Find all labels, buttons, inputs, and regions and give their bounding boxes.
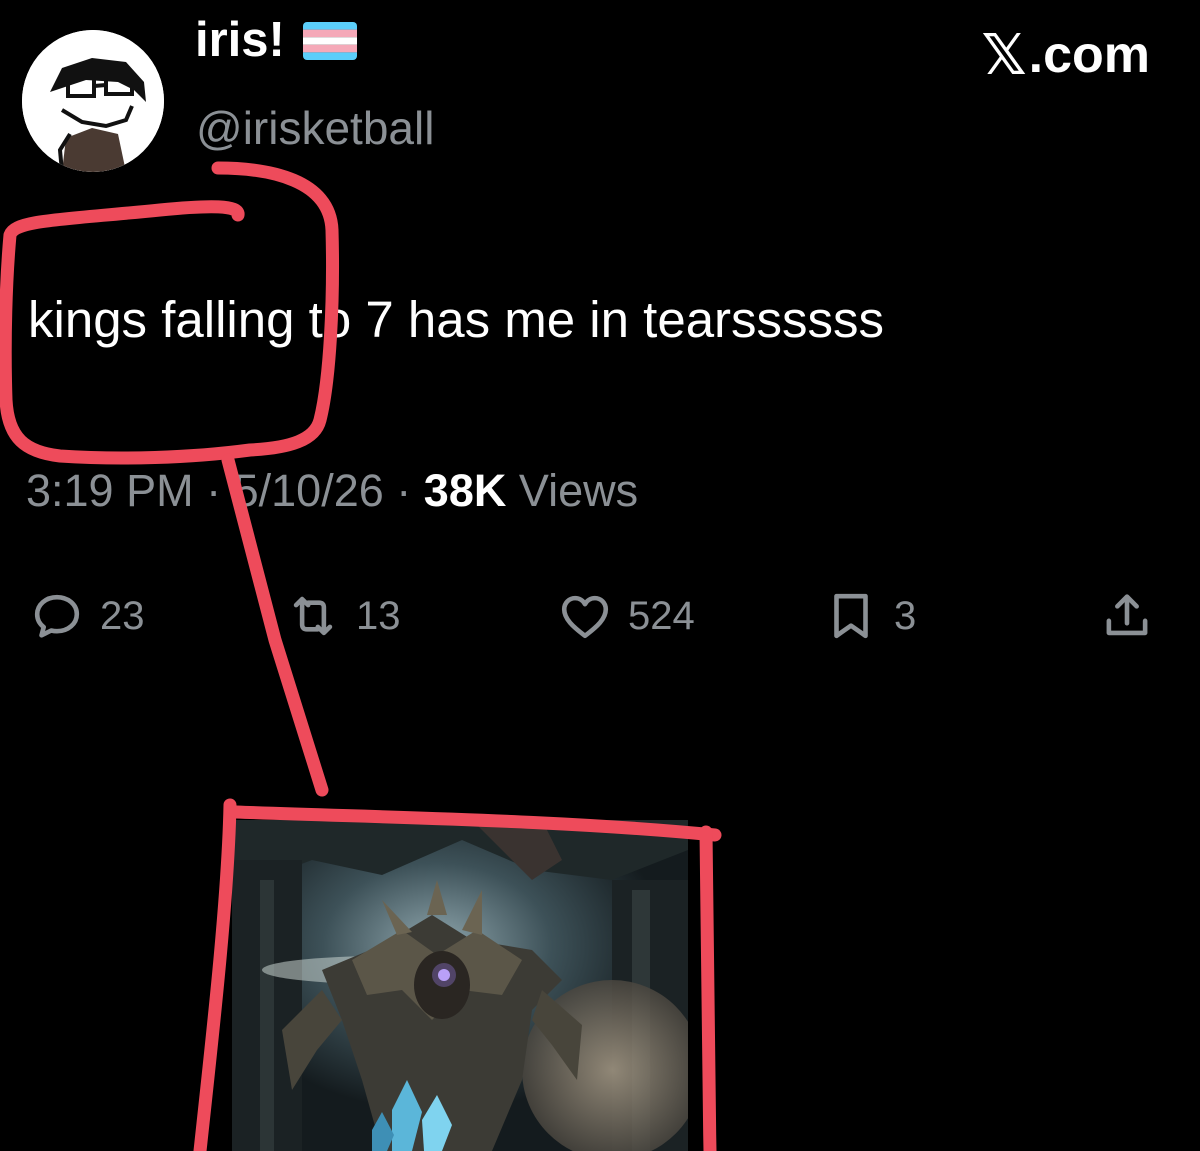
repost-icon	[293, 596, 333, 636]
share-button[interactable]	[1098, 586, 1156, 646]
brand-label: .com	[1028, 26, 1150, 84]
meta-separator: ·	[206, 465, 222, 516]
media-artwork	[232, 820, 688, 1151]
tweet-time[interactable]: 3:19 PM	[26, 465, 194, 516]
media-image[interactable]	[232, 820, 688, 1151]
repost-button[interactable]: 13	[284, 586, 401, 646]
user-handle[interactable]: @irisketball	[196, 105, 434, 151]
avatar-image	[22, 30, 164, 172]
bookmark-count: 3	[894, 593, 917, 638]
views-count: 38K	[423, 465, 507, 516]
trans-flag-icon	[302, 21, 357, 60]
action-bar: 23 13 524 3	[28, 586, 1168, 646]
display-name-row: iris!	[195, 16, 357, 65]
repost-count: 13	[356, 593, 401, 638]
heart-icon	[561, 595, 609, 639]
reply-icon	[34, 594, 80, 638]
tweet-date[interactable]: 5/10/26	[234, 465, 384, 516]
views-label: Views	[518, 465, 639, 516]
brand-link[interactable]: 𝕏 .com	[982, 27, 1151, 83]
meta-separator: ·	[396, 465, 412, 516]
bookmark-button[interactable]: 3	[822, 586, 916, 646]
reply-button[interactable]: 23	[28, 586, 145, 646]
bookmark-icon	[834, 593, 868, 639]
share-icon	[1106, 594, 1148, 636]
like-button[interactable]: 524	[556, 586, 695, 646]
reply-count: 23	[100, 593, 145, 638]
like-count: 524	[628, 593, 695, 638]
x-logo-icon: 𝕏	[981, 23, 1027, 86]
tweet-meta: 3:19 PM · 5/10/26 · 38K Views	[26, 468, 638, 513]
avatar[interactable]	[22, 30, 164, 172]
tweet-text: kings falling to 7 has me in tearssssss	[28, 291, 885, 348]
display-name[interactable]: iris!	[195, 16, 285, 65]
